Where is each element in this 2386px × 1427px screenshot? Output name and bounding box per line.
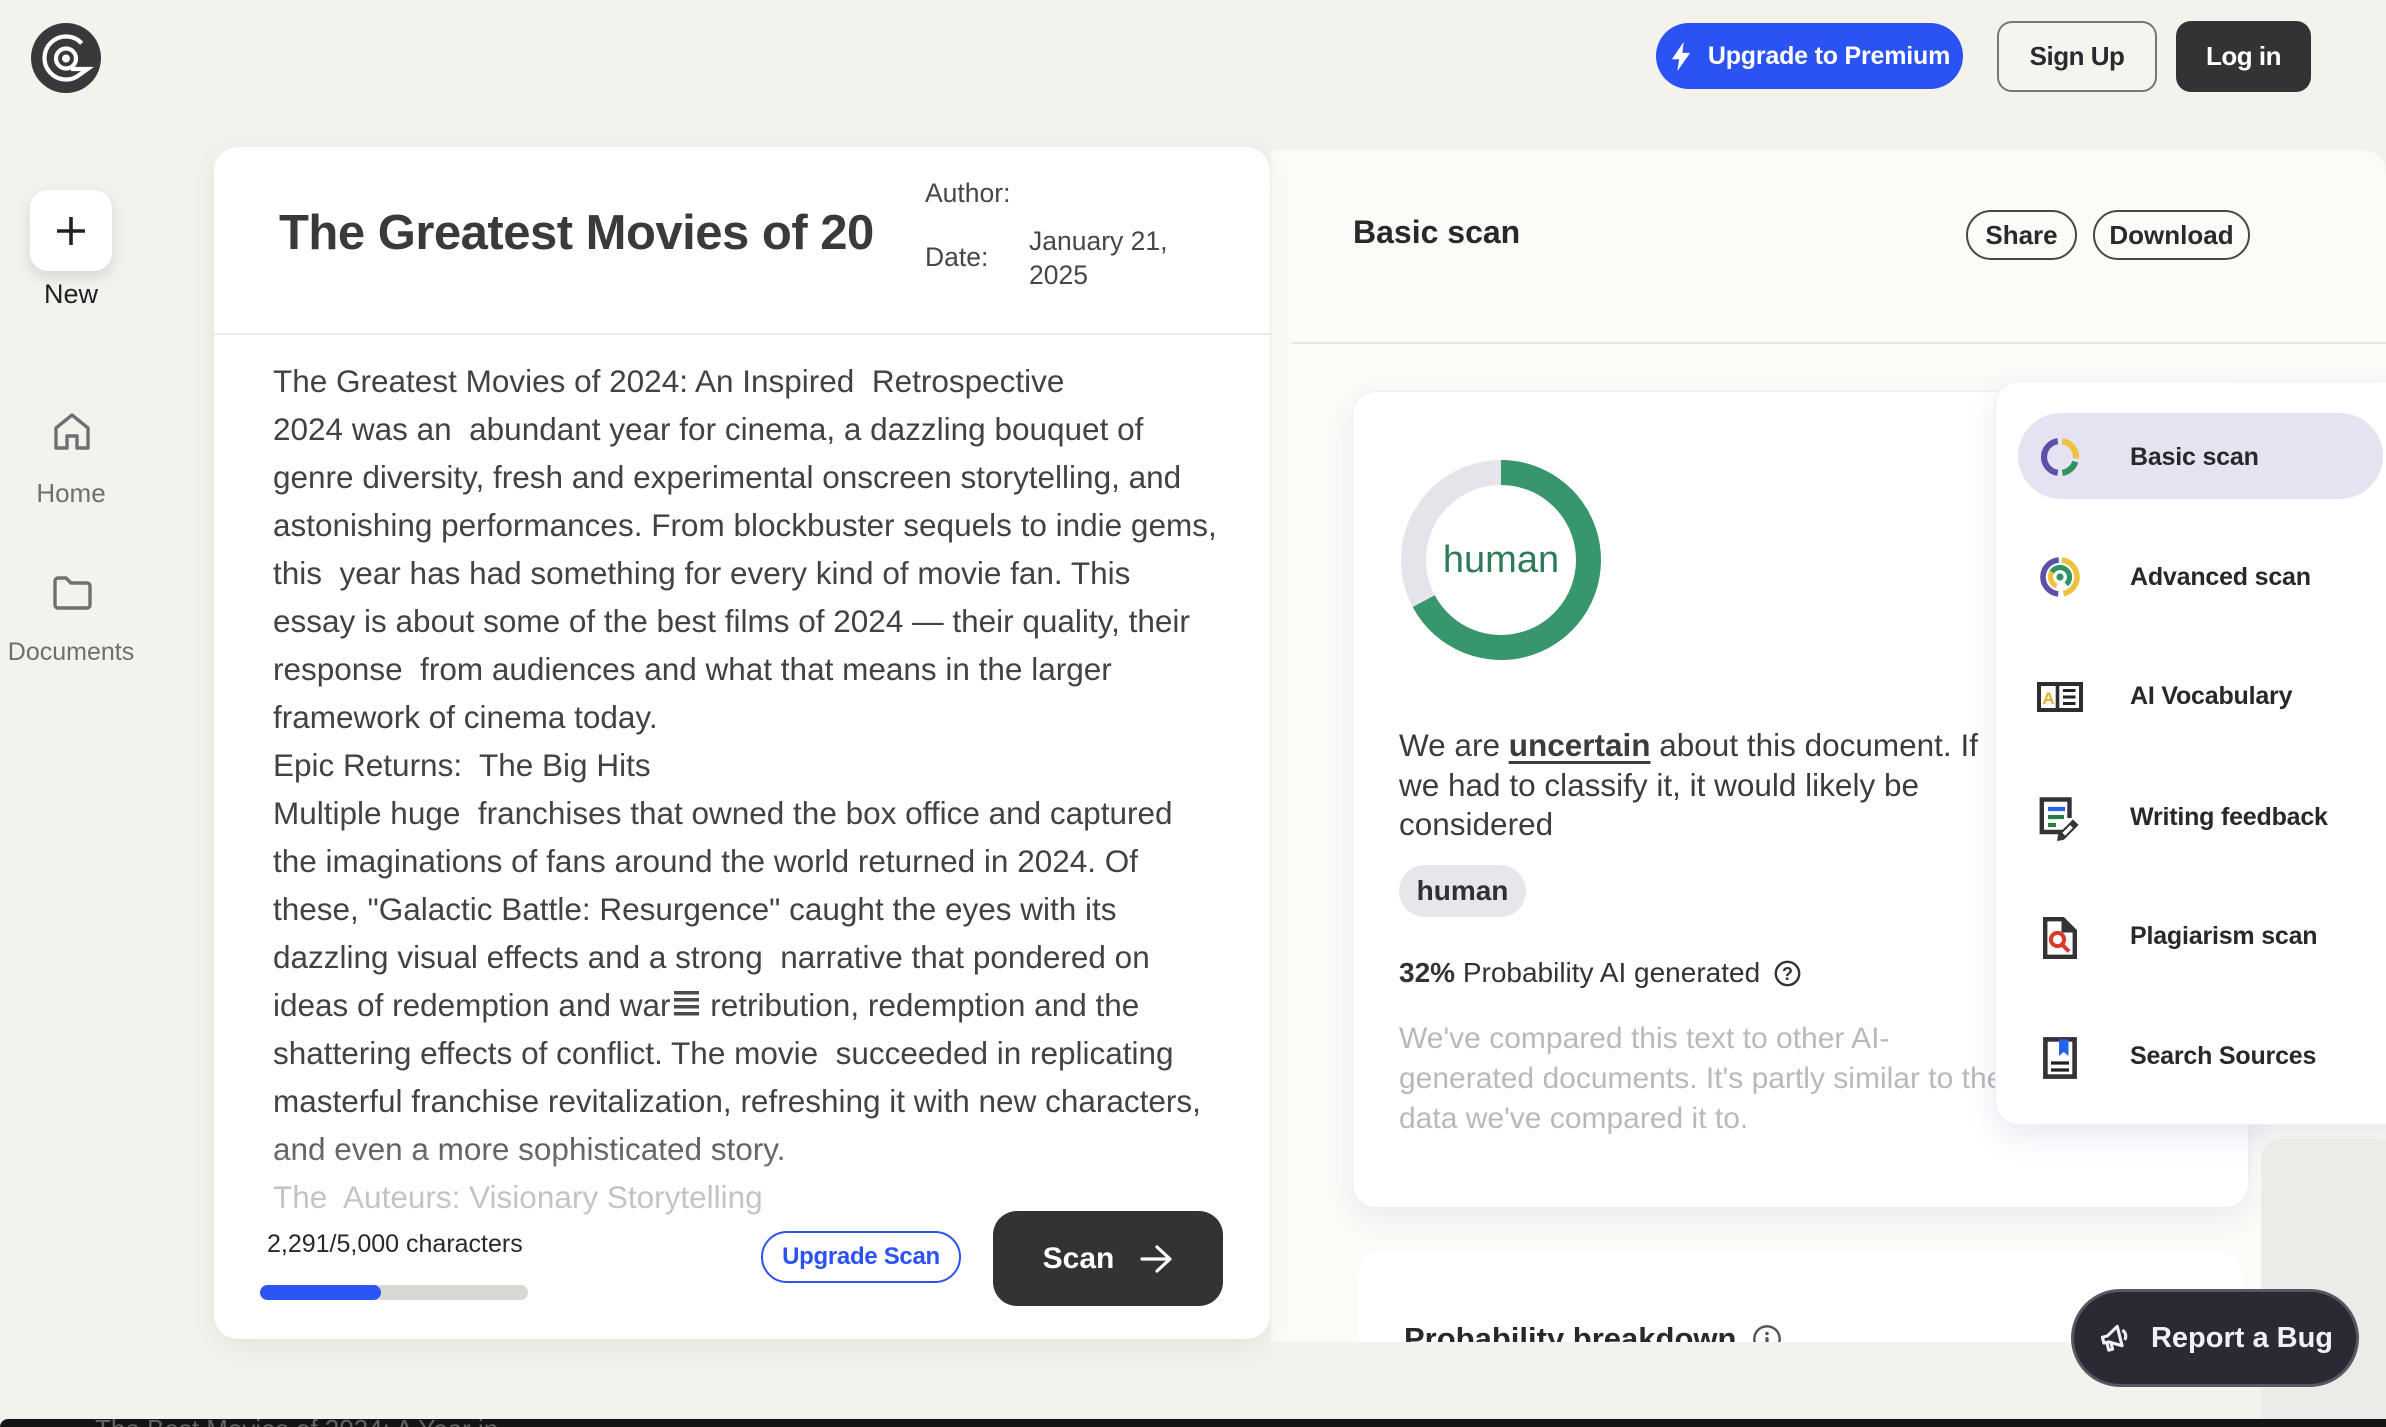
svg-text:?: ? [1782,964,1793,984]
svg-text:A: A [2042,689,2054,708]
